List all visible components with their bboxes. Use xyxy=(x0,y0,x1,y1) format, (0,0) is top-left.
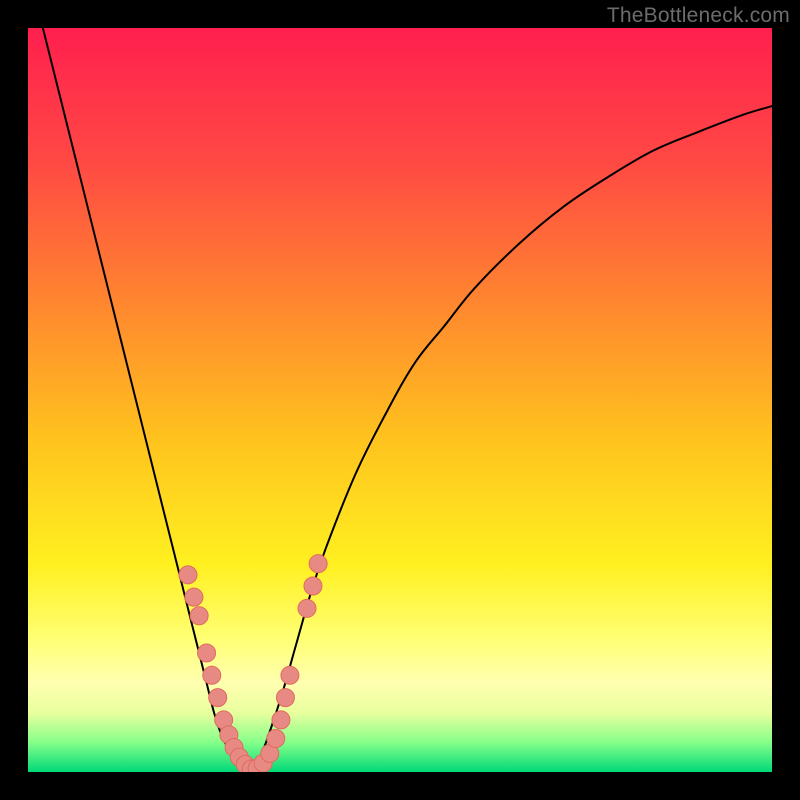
chart-background xyxy=(28,28,772,772)
scatter-dot xyxy=(304,577,322,595)
watermark-label: TheBottleneck.com xyxy=(607,4,790,28)
scatter-dot xyxy=(298,599,316,617)
chart-plot xyxy=(28,28,772,772)
scatter-dot xyxy=(198,644,216,662)
scatter-dot xyxy=(190,607,208,625)
scatter-dot xyxy=(209,689,227,707)
chart-svg xyxy=(28,28,772,772)
scatter-dot xyxy=(272,711,290,729)
scatter-dot xyxy=(185,588,203,606)
scatter-dot xyxy=(179,566,197,584)
scatter-dot xyxy=(203,666,221,684)
scatter-dot xyxy=(281,666,299,684)
chart-frame xyxy=(28,28,772,772)
scatter-dot xyxy=(276,689,294,707)
scatter-dot xyxy=(267,730,285,748)
scatter-dot xyxy=(309,555,327,573)
